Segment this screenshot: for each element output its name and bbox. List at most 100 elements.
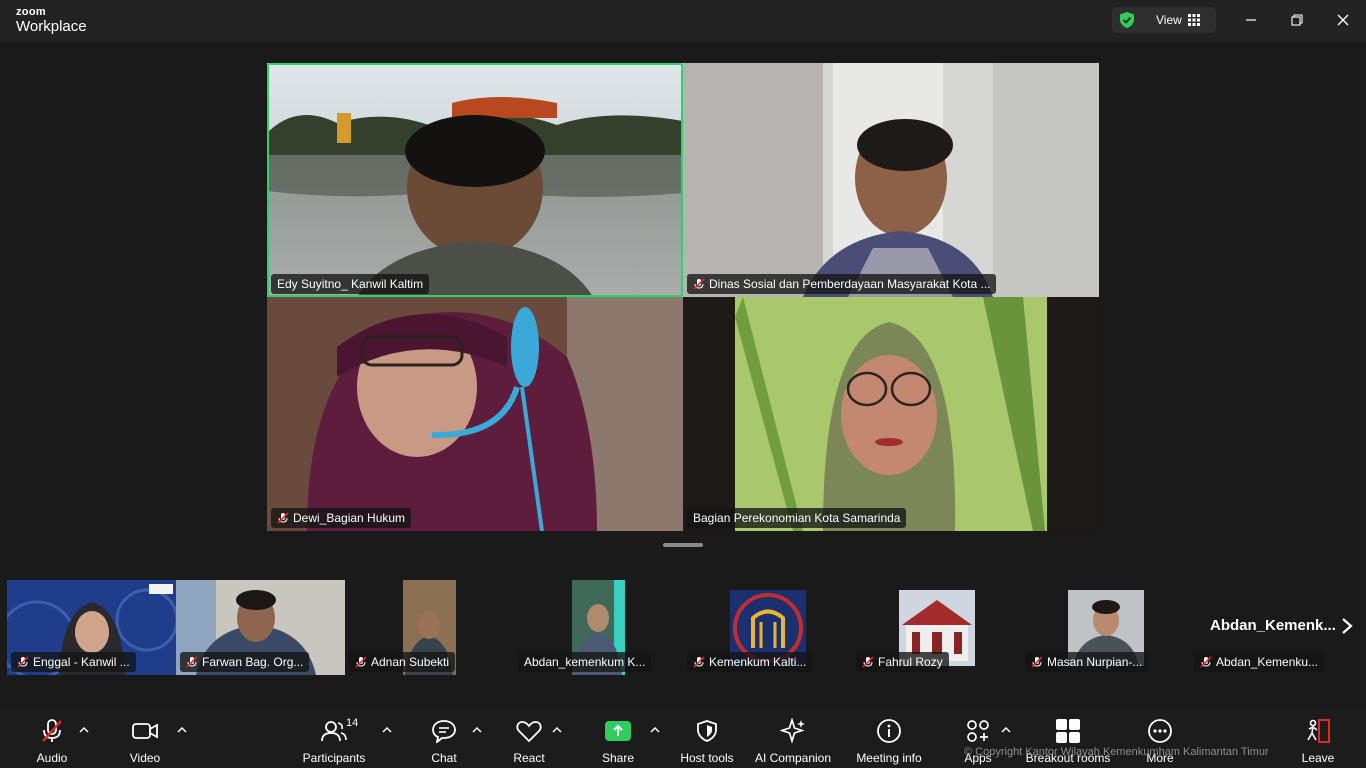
share-options-caret-icon[interactable] [650, 726, 660, 734]
filmstrip-tile-6[interactable]: Fahrul Rozy [852, 580, 1021, 675]
zoom-meeting-window: zoom Workplace View Edy Suyitno_ Kanwil … [0, 0, 1366, 768]
share-button[interactable]: Share [601, 718, 635, 766]
breakout-rooms-button[interactable]: Breakout rooms [1026, 718, 1110, 766]
participants-icon: 14 [320, 717, 358, 744]
apps-button[interactable]: Apps [962, 718, 994, 766]
video-button[interactable]: Video [126, 718, 164, 766]
filmstrip-tile-1[interactable]: Enggal - Kanwil ... [7, 580, 176, 675]
participant-name: Dewi_Bagian Hukum [293, 511, 406, 525]
react-options-caret-icon[interactable] [552, 726, 562, 734]
video-camera-icon [131, 718, 159, 744]
participant-name: Masan Nurpian-... [1047, 655, 1143, 669]
muted-mic-icon [693, 656, 705, 668]
participant-name: Abdan_Kemenku... [1216, 655, 1319, 669]
close-icon [1337, 14, 1349, 26]
chat-options-caret-icon[interactable] [472, 726, 482, 734]
meeting-info-button[interactable]: Meeting info [854, 718, 924, 766]
participants-count-badge: 14 [346, 717, 359, 729]
participant-nameplate: Enggal - Kanwil ... [11, 652, 136, 672]
chat-button[interactable]: Chat [428, 718, 460, 766]
participant-nameplate: Edy Suyitno_ Kanwil Kaltim [271, 274, 430, 294]
react-button[interactable]: React [512, 718, 546, 766]
meeting-info-label: Meeting info [856, 751, 922, 765]
close-button[interactable] [1329, 8, 1357, 32]
audio-options-caret-icon[interactable] [79, 726, 89, 734]
muted-mic-icon [1200, 656, 1212, 668]
participant-name: Adnan Subekti [371, 655, 450, 669]
more-button[interactable]: More [1143, 718, 1177, 766]
participant-nameplate: Masan Nurpian-... [1025, 652, 1149, 672]
react-label: React [513, 751, 545, 765]
video-feed-headset [267, 297, 683, 531]
ai-companion-label: AI Companion [754, 751, 832, 765]
meeting-toolbar: Audio Video 14 Participants Chat React S… [0, 708, 1366, 768]
filmstrip-tile-8-large-name: Abdan_Kemenk... [1210, 617, 1336, 634]
video-feed-office [683, 63, 1099, 297]
mic-muted-icon [38, 718, 66, 744]
apps-options-caret-icon[interactable] [1001, 726, 1011, 734]
filmstrip-tile-4[interactable]: Abdan_kemenkum K... [514, 580, 683, 675]
participant-name: Farwan Bag. Org... [202, 655, 304, 669]
minimize-icon [1246, 19, 1256, 21]
filmstrip-resize-handle[interactable] [663, 543, 703, 547]
leave-label: Leave [1301, 751, 1335, 765]
restore-icon [1291, 14, 1303, 26]
participant-name: Edy Suyitno_ Kanwil Kaltim [277, 277, 424, 291]
filmstrip-next-arrow-icon[interactable] [1340, 617, 1354, 635]
muted-mic-icon [862, 656, 874, 668]
participant-nameplate: Abdan_kemenkum K... [518, 652, 652, 672]
view-label: View [1156, 13, 1182, 27]
restore-button[interactable] [1283, 8, 1311, 32]
chat-label: Chat [431, 751, 457, 765]
audio-label: Audio [36, 751, 68, 765]
copyright-watermark: © Copyright Kantor Wilayah Kemenkumham K… [964, 746, 1269, 758]
title-bar: zoom Workplace View [0, 0, 1366, 42]
video-feed-green-background [683, 297, 1099, 531]
participant-name: Bagian Perekonomian Kota Samarinda [693, 511, 901, 525]
participant-name: Kemenkum Kalti... [709, 655, 807, 669]
muted-mic-icon [186, 656, 198, 668]
video-tile-3[interactable]: Dewi_Bagian Hukum [267, 297, 683, 531]
video-tile-4[interactable]: Bagian Perekonomian Kota Samarinda [683, 297, 1099, 531]
share-arrow-icon [605, 721, 631, 741]
minimize-button[interactable] [1237, 8, 1265, 32]
participant-nameplate: Dinas Sosial dan Pemberdayaan Masyarakat… [687, 274, 997, 294]
view-button[interactable]: View [1112, 7, 1216, 33]
participant-name: Fahrul Rozy [878, 655, 943, 669]
info-icon [875, 718, 903, 744]
heart-icon [515, 718, 543, 744]
share-icon-wrapper [604, 718, 632, 744]
chat-bubble-icon [430, 718, 458, 744]
participant-nameplate: Fahrul Rozy [856, 652, 949, 672]
participant-name: Enggal - Kanwil ... [33, 655, 130, 669]
participant-name: Dinas Sosial dan Pemberdayaan Masyarakat… [709, 277, 991, 291]
leave-door-icon [1304, 718, 1332, 744]
muted-mic-icon [355, 656, 367, 668]
ai-sparkle-icon [779, 718, 807, 744]
participant-nameplate: Farwan Bag. Org... [180, 652, 310, 672]
filmstrip-tile-7[interactable]: Masan Nurpian-... [1021, 580, 1190, 675]
encryption-shield-icon[interactable] [1118, 11, 1136, 29]
filmstrip-tile-2[interactable]: Farwan Bag. Org... [176, 580, 345, 675]
audio-button[interactable]: Audio [33, 718, 71, 766]
video-label: Video [129, 751, 161, 765]
muted-mic-icon [693, 278, 705, 290]
video-tile-1[interactable]: Edy Suyitno_ Kanwil Kaltim [267, 63, 683, 297]
participant-nameplate: Adnan Subekti [349, 652, 456, 672]
participant-nameplate: Kemenkum Kalti... [687, 652, 813, 672]
share-label: Share [601, 751, 635, 765]
video-feed-lake [267, 63, 683, 297]
host-tools-button[interactable]: Host tools [678, 718, 736, 766]
host-shield-icon [693, 718, 721, 744]
breakout-rooms-icon [1054, 718, 1082, 744]
leave-button[interactable]: Leave [1301, 718, 1335, 766]
video-options-caret-icon[interactable] [177, 726, 187, 734]
participants-button[interactable]: 14 Participants [302, 717, 366, 766]
filmstrip-tile-5[interactable]: Kemenkum Kalti... [683, 580, 852, 675]
video-tile-2[interactable]: Dinas Sosial dan Pemberdayaan Masyarakat… [683, 63, 1099, 297]
participant-nameplate: Abdan_Kemenku... [1194, 652, 1325, 672]
ai-companion-button[interactable]: AI Companion [754, 718, 832, 766]
filmstrip-tile-3[interactable]: Adnan Subekti [345, 580, 514, 675]
host-tools-label: Host tools [680, 751, 734, 765]
participants-options-caret-icon[interactable] [382, 726, 392, 734]
